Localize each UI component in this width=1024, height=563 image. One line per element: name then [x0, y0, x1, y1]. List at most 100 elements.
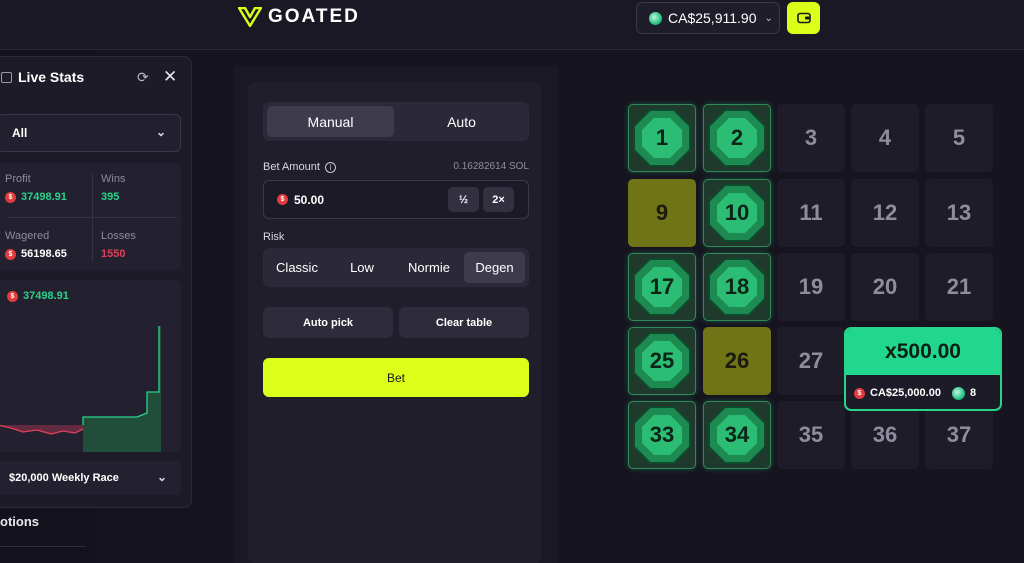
stats-icon — [1, 71, 12, 83]
stats-summary: Profit $37498.91 Wins 395 Wagered $56198… — [0, 163, 181, 270]
auto-pick-button[interactable]: Auto pick — [263, 307, 393, 338]
losses-value: 1550 — [101, 248, 126, 260]
stats-filter-dropdown[interactable]: All ⌄ — [0, 114, 181, 152]
keno-tile-36[interactable]: 36 — [851, 401, 919, 469]
mode-tabs: Manual Auto — [263, 102, 529, 141]
keno-tile-11[interactable]: 11 — [777, 179, 845, 247]
top-bar — [0, 0, 1024, 50]
risk-degen[interactable]: Degen — [464, 252, 525, 283]
keno-tile-21[interactable]: 21 — [925, 253, 993, 321]
keno-tile-33[interactable]: 33 — [628, 401, 696, 469]
risk-classic[interactable]: Classic — [267, 252, 327, 283]
risk-label: Risk — [263, 231, 285, 243]
double-bet-button[interactable]: 2× — [483, 187, 514, 212]
stats-filter-value: All — [12, 126, 28, 140]
keno-tile-number: 1 — [655, 125, 669, 150]
close-icon[interactable]: ✕ — [163, 67, 177, 87]
keno-tile-20[interactable]: 20 — [851, 253, 919, 321]
info-icon[interactable]: i — [324, 161, 336, 173]
keno-tile-number: 10 — [724, 200, 750, 225]
currency-icon: $ — [5, 248, 16, 260]
keno-tile-number: 33 — [649, 422, 675, 447]
payout-multiplier: x500.00 — [846, 329, 1000, 375]
keno-tile-2[interactable]: 2 — [703, 104, 771, 172]
payout-details: $ CA$25,000.00 8 — [846, 375, 1000, 409]
chevron-down-icon: ⌄ — [155, 125, 166, 139]
tab-manual[interactable]: Manual — [267, 106, 394, 137]
keno-tile-3[interactable]: 3 — [777, 104, 845, 172]
keno-tile-19[interactable]: 19 — [777, 253, 845, 321]
keno-tile-17[interactable]: 17 — [628, 253, 696, 321]
keno-tile-number: 34 — [724, 422, 750, 447]
keno-tile-number: 13 — [946, 200, 972, 225]
live-stats-panel: Live Stats ⟳ ✕ All ⌄ Profit $37498.91 Wi… — [0, 56, 192, 508]
chevron-down-icon: ⌄ — [764, 12, 773, 24]
payout-tooltip: x500.00 $ CA$25,000.00 8 — [844, 327, 1002, 411]
keno-tile-25[interactable]: 25 — [628, 327, 696, 395]
refresh-icon[interactable]: ⟳ — [137, 69, 149, 86]
keno-tile-10[interactable]: 10 — [703, 179, 771, 247]
wallet-icon — [796, 12, 811, 24]
bet-amount-value: 50.00 — [294, 192, 325, 207]
keno-tile-5[interactable]: 5 — [925, 104, 993, 172]
keno-tile-number: 19 — [798, 274, 824, 299]
wagered-label: Wagered — [5, 230, 50, 242]
keno-tile-number: 35 — [798, 422, 824, 447]
wins-label: Wins — [101, 173, 126, 185]
keno-tile-27[interactable]: 27 — [777, 327, 845, 395]
keno-tile-number: 3 — [804, 125, 818, 150]
keno-tile-number: 37 — [946, 422, 972, 447]
keno-tile-number: 20 — [872, 274, 898, 299]
keno-tile-number: 25 — [649, 348, 675, 373]
keno-tile-1[interactable]: 1 — [628, 104, 696, 172]
keno-tile-13[interactable]: 13 — [925, 179, 993, 247]
risk-selector: Classic Low Normie Degen — [263, 248, 529, 287]
keno-tile-number: 18 — [724, 274, 750, 299]
balance-amount: CA$25,911.90 — [668, 10, 757, 26]
bet-amount-label: Bet Amount i — [263, 161, 336, 173]
keno-tile-34[interactable]: 34 — [703, 401, 771, 469]
payout-hits: 8 — [969, 387, 977, 399]
live-stats-title: Live Stats — [18, 69, 85, 85]
risk-low[interactable]: Low — [331, 252, 393, 283]
wins-stat: Wins 395 — [101, 173, 186, 203]
losses-label: Losses — [101, 230, 136, 242]
keno-tile-number: 27 — [798, 348, 824, 373]
clear-table-button[interactable]: Clear table — [399, 307, 529, 338]
logo[interactable]: GOATED — [238, 6, 360, 28]
gem-count-icon — [951, 386, 965, 400]
coin-icon — [649, 11, 662, 25]
options-label[interactable]: otions — [0, 514, 39, 529]
bet-button[interactable]: Bet — [263, 358, 529, 397]
keno-tile-35[interactable]: 35 — [777, 401, 845, 469]
weekly-race-dropdown[interactable]: $20,000 Weekly Race ⌄ — [0, 461, 181, 495]
keno-tile-18[interactable]: 18 — [703, 253, 771, 321]
profit-chart: $ 37498.91 — [0, 280, 181, 452]
keno-tile-26[interactable]: 26 — [703, 327, 771, 395]
wagered-stat: Wagered $56198.65 — [5, 230, 90, 260]
keno-tile-number: 5 — [952, 125, 966, 150]
half-bet-button[interactable]: ½ — [448, 187, 479, 212]
tab-auto[interactable]: Auto — [398, 106, 525, 137]
wallet-button[interactable] — [787, 2, 820, 34]
keno-tile-12[interactable]: 12 — [851, 179, 919, 247]
keno-tile-number: 9 — [655, 200, 669, 225]
keno-tile-4[interactable]: 4 — [851, 104, 919, 172]
currency-icon: $ — [277, 194, 288, 205]
keno-tile-37[interactable]: 37 — [925, 401, 993, 469]
risk-normie[interactable]: Normie — [397, 252, 461, 283]
balance-selector[interactable]: CA$25,911.90 ⌄ — [636, 2, 780, 34]
keno-tile-number: 26 — [724, 348, 750, 373]
keno-tile-number: 17 — [649, 274, 675, 299]
keno-tile-number: 11 — [799, 200, 823, 225]
keno-tile-number: 2 — [730, 125, 744, 150]
keno-tile-9[interactable]: 9 — [628, 179, 696, 247]
divider — [0, 546, 86, 547]
divider — [7, 217, 177, 218]
bet-amount-text: Bet Amount — [263, 161, 320, 173]
payout-amount: CA$25,000.00 — [870, 387, 941, 399]
bet-amount-sol: 0.16282614 SOL — [453, 161, 529, 172]
wins-value: 395 — [101, 191, 120, 203]
currency-icon: $ — [854, 387, 865, 399]
profit-chart-graph — [0, 326, 161, 452]
